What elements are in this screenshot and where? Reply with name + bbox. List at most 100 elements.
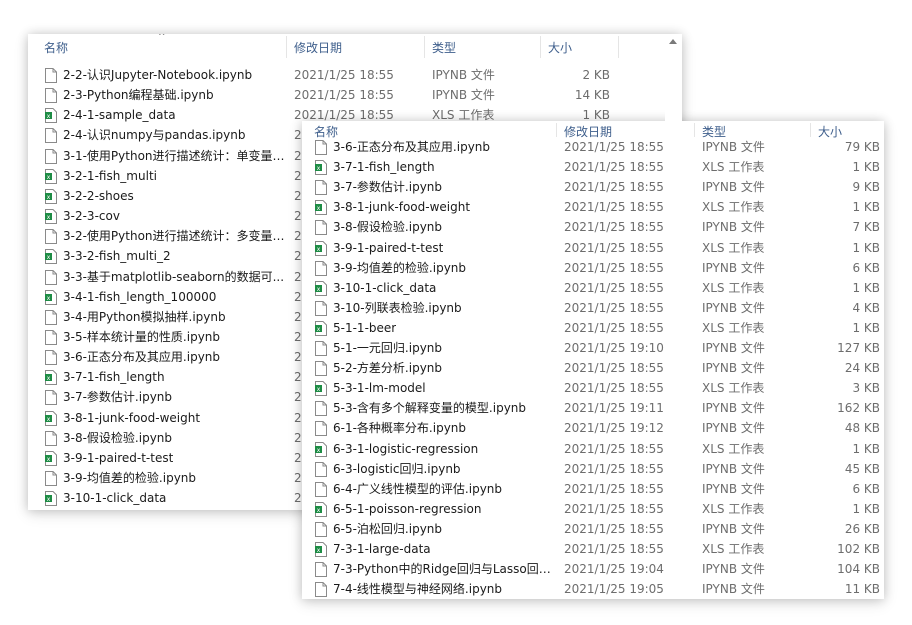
svg-text:x: x (317, 245, 321, 252)
xls-file-icon: x (315, 160, 327, 176)
file-date: 2021/1/25 18:55 (564, 521, 664, 536)
file-row[interactable]: 5-3-含有多个解释变量的模型.ipynb 2021/1/25 19:11 IPYN… (302, 398, 884, 418)
ipynb-file-icon (315, 361, 327, 377)
svg-text:x: x (47, 375, 51, 382)
file-type: XLS 工作表 (702, 240, 765, 255)
file-name: 6-1-各种概率分布.ipynb (333, 418, 553, 438)
ipynb-file-icon (45, 350, 57, 366)
file-row[interactable]: x 6-3-1-logistic-regression 2021/1/25 18:5… (302, 439, 884, 459)
file-row[interactable]: 6-5-泊松回归.ipynb 2021/1/25 18:55 IPYNB 文件 26 … (302, 519, 884, 539)
file-name-text: 3-2-3-cov (63, 209, 120, 224)
file-row[interactable]: x 3-9-1-paired-t-test 2021/1/25 18:55 XLS 工… (302, 238, 884, 258)
xls-file-icon: x (315, 501, 327, 517)
file-row[interactable]: 6-1-各种概率分布.ipynb 2021/1/25 19:12 IPYNB 文件 4… (302, 418, 884, 438)
file-row[interactable]: 3-6-正态分布及其应用.ipynb 2021/1/25 18:55 IPYNB 文… (302, 137, 884, 157)
ipynb-file-icon (315, 582, 327, 598)
file-size: 102 KB (837, 542, 880, 556)
file-row[interactable]: 2-2-认识Jupyter-Notebook.ipynb 2021/1/25 18… (28, 65, 682, 85)
svg-text:x: x (47, 254, 51, 261)
file-type: IPYNB 文件 (702, 461, 765, 476)
column-header-name[interactable]: 名称 (314, 121, 338, 139)
xls-file-icon: x (315, 320, 327, 336)
file-row[interactable]: 7-4-线性模型与神经网络.ipynb 2021/1/25 19:05 IPYNB … (302, 579, 884, 599)
file-type: IPYNB 文件 (702, 562, 765, 577)
file-name: 3-2-使用Python进行描述统计：多变量.i... (63, 226, 285, 246)
svg-text:x: x (47, 174, 51, 181)
svg-text:x: x (47, 496, 51, 503)
column-header-type[interactable]: 类型 (432, 34, 456, 60)
file-type: XLS 工作表 (702, 441, 765, 456)
file-size: 1 KB (852, 441, 880, 456)
file-size: 1 KB (852, 240, 880, 255)
file-row[interactable]: 3-8-假设检验.ipynb 2021/1/25 18:55 IPYNB 文件 7 K… (302, 217, 884, 237)
svg-text:x: x (317, 547, 321, 554)
file-name-text: 2-3-Python编程基础.ipynb (63, 88, 214, 103)
file-row[interactable]: 3-9-均值差的检验.ipynb 2021/1/25 18:55 IPYNB 文件 6… (302, 258, 884, 278)
file-type: XLS 工作表 (702, 542, 765, 556)
scroll-up-arrow-icon[interactable] (669, 39, 677, 44)
file-row[interactable]: x 5-3-1-lm-model 2021/1/25 18:55 XLS 工作表 3 K… (302, 378, 884, 398)
file-name-text: 3-2-使用Python进行描述统计：多变量.i... (63, 229, 285, 244)
svg-text:x: x (317, 205, 321, 212)
file-row[interactable]: 6-3-logistic回归.ipynb 2021/1/25 18:55 IPYNB… (302, 459, 884, 479)
ipynb-file-icon (315, 300, 327, 316)
svg-text:x: x (317, 386, 321, 393)
file-name: 3-4-用Python模拟抽样.ipynb (63, 307, 285, 327)
file-row[interactable]: 7-3-Python中的Ridge回归与Lasso回归.... 2021/1/25… (302, 559, 884, 579)
column-header-date[interactable]: 修改日期 (564, 121, 612, 139)
file-name: 6-3-logistic回归.ipynb (333, 459, 553, 479)
file-row[interactable]: 2-3-Python编程基础.ipynb 2021/1/25 18:55 IPYNB… (28, 85, 682, 105)
file-name-text: 3-9-1-paired-t-test (63, 450, 174, 465)
file-row[interactable]: x 3-8-1-junk-food-weight 2021/1/25 18:55 XL… (302, 197, 884, 217)
ipynb-file-icon (45, 148, 57, 164)
xls-file-icon: x (45, 249, 57, 265)
column-header-type[interactable]: 类型 (702, 121, 726, 139)
file-name: 2-3-Python编程基础.ipynb (63, 85, 285, 105)
file-name: 3-4-1-fish_length_100000 (63, 287, 285, 307)
column-header-name[interactable]: 名称 (44, 34, 68, 60)
ipynb-file-icon (45, 68, 57, 83)
file-row[interactable]: 3-7-参数估计.ipynb 2021/1/25 18:55 IPYNB 文件 9 K… (302, 177, 884, 197)
svg-text:x: x (47, 415, 51, 422)
file-name: 3-6-正态分布及其应用.ipynb (63, 347, 285, 367)
xls-file-icon: x (45, 491, 57, 507)
file-size: 3 KB (852, 381, 880, 396)
file-row[interactable]: 3-10-列联表检验.ipynb 2021/1/25 18:55 IPYNB 文件 4… (302, 298, 884, 318)
file-size: 11 KB (844, 582, 880, 597)
svg-text:x: x (317, 326, 321, 333)
vertical-scrollbar[interactable] (665, 34, 682, 510)
file-row[interactable]: x 6-5-1-poisson-regression 2021/1/25 18:55… (302, 499, 884, 519)
file-size: 1 KB (852, 280, 880, 295)
file-size: 1 KB (852, 320, 880, 335)
column-header-date[interactable]: 修改日期 (294, 34, 342, 60)
file-size: 6 KB (852, 260, 880, 275)
file-name: 3-7-参数估计.ipynb (63, 387, 285, 407)
ipynb-file-icon (315, 521, 327, 537)
ipynb-file-icon (45, 269, 57, 285)
file-type: IPYNB 文件 (702, 582, 765, 597)
file-list-window-front: 3-6-正态分布及其应用.ipynb 2021/1/25 18:55 IPYNB 文… (302, 121, 884, 599)
file-size: 4 KB (852, 300, 880, 315)
xls-file-icon: x (45, 168, 57, 184)
file-name: 3-3-2-fish_multi_2 (63, 246, 285, 266)
file-row[interactable]: x 3-10-1-click_data 2021/1/25 18:55 XLS 工作表… (302, 278, 884, 298)
file-name-text: 3-2-2-shoes (63, 188, 134, 203)
ipynb-file-icon (315, 401, 327, 417)
file-name-text: 3-4-用Python模拟抽样.ipynb (63, 309, 226, 324)
file-row[interactable]: 5-1-一元回归.ipynb 2021/1/25 19:10 IPYNB 文件 127… (302, 338, 884, 358)
ipynb-file-icon (45, 471, 57, 486)
column-header-size[interactable]: 大小 (818, 121, 842, 139)
file-size: 48 KB (844, 421, 880, 436)
file-name-text: 3-3-2-fish_multi_2 (63, 249, 171, 264)
file-row[interactable]: 6-4-广义线性模型的评估.ipynb 2021/1/25 18:55 IPYNB … (302, 479, 884, 499)
file-row[interactable]: 5-2-方差分析.ipynb 2021/1/25 18:55 IPYNB 文件 24 … (302, 358, 884, 378)
file-name: 3-8-1-junk-food-weight (63, 408, 285, 428)
file-type: IPYNB 文件 (702, 260, 765, 275)
file-row[interactable]: x 3-7-1-fish_length 2021/1/25 18:55 XLS 工作表… (302, 157, 884, 177)
ipynb-file-icon (45, 329, 57, 345)
file-name-text: 5-3-1-lm-model (333, 381, 426, 396)
column-header-size[interactable]: 大小 (548, 34, 572, 60)
file-size: 6 KB (852, 481, 880, 496)
file-row[interactable]: x 7-3-1-large-data 2021/1/25 18:55 XLS 工作表 1… (302, 539, 884, 559)
file-row[interactable]: x 5-1-1-beer 2021/1/25 18:55 XLS 工作表 1 KB (302, 318, 884, 338)
